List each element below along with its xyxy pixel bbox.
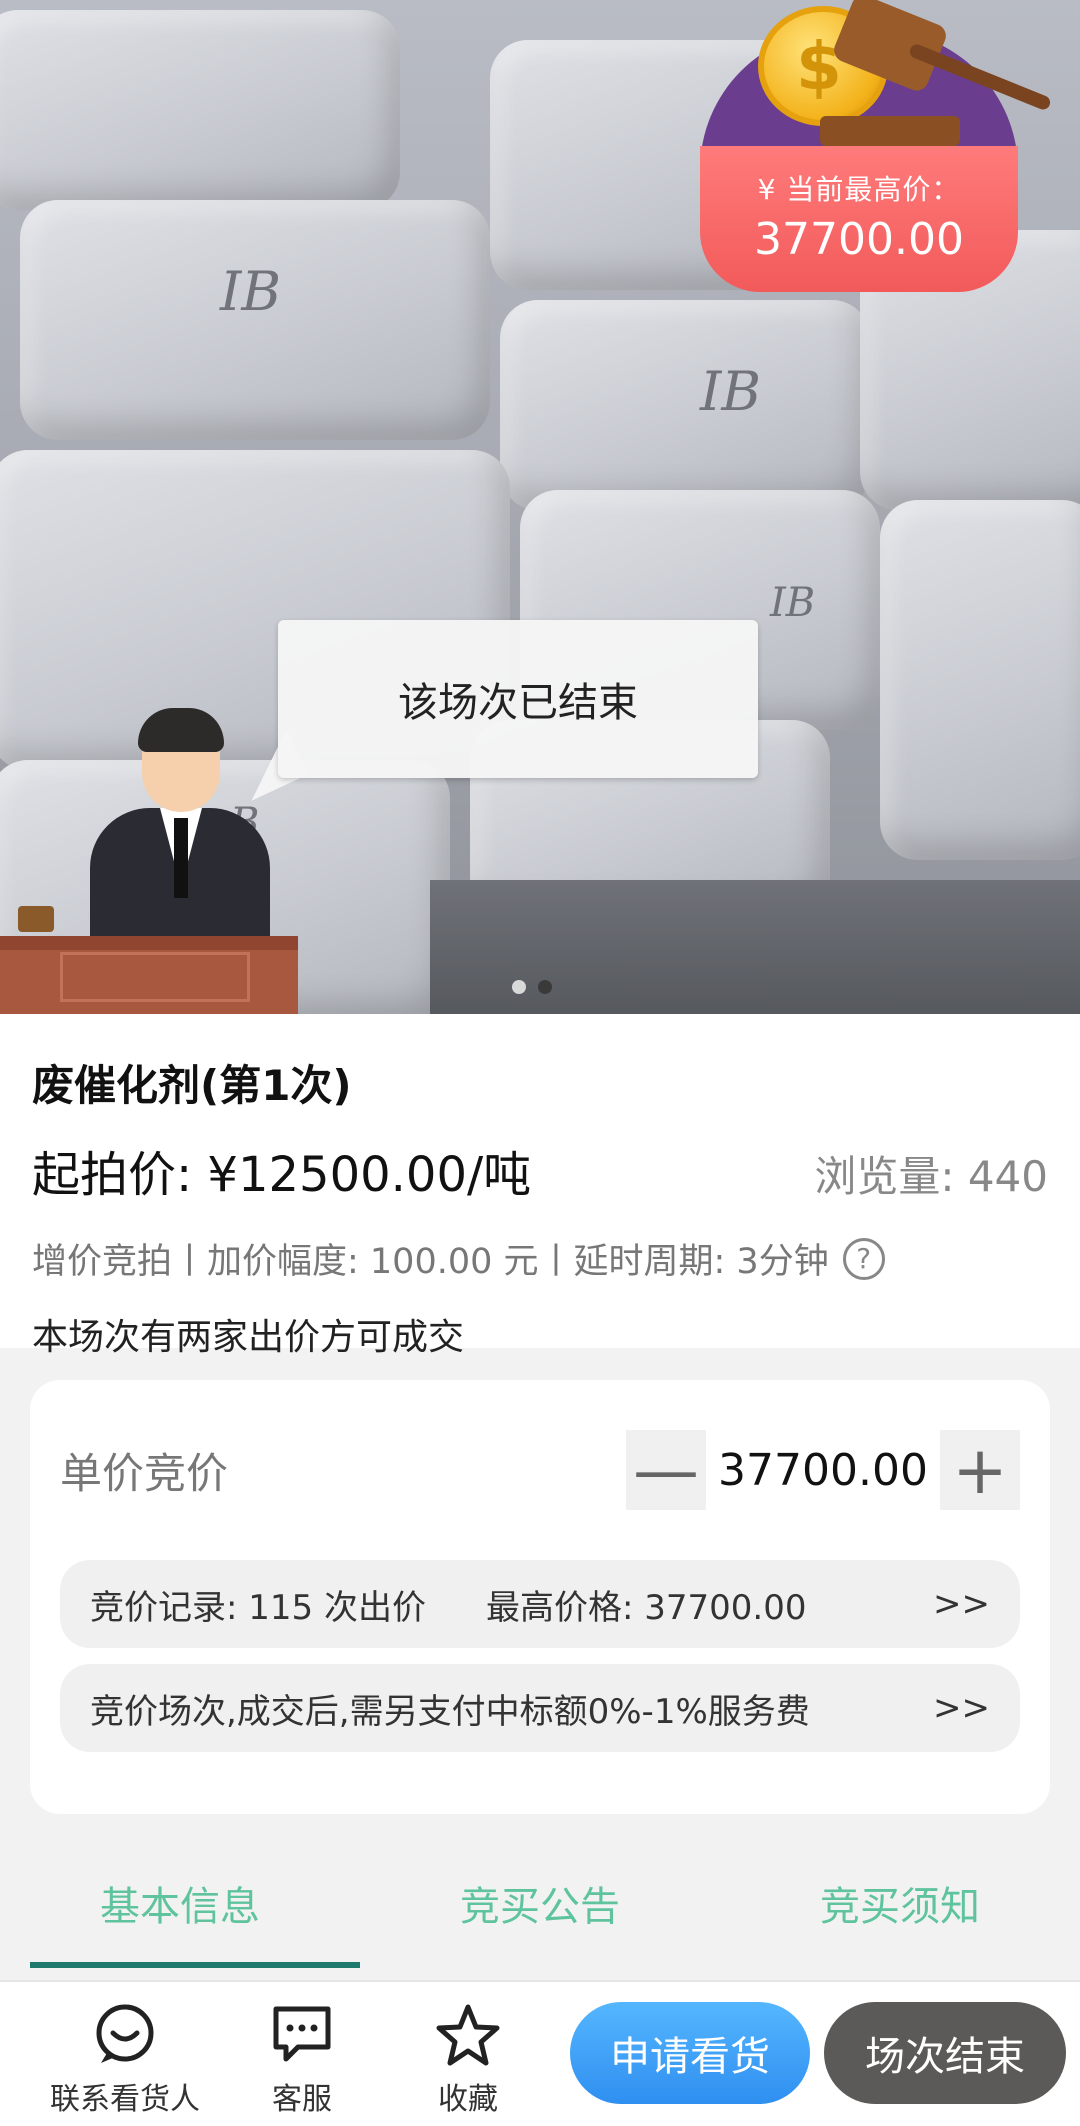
bag-image — [0, 10, 400, 210]
star-icon — [436, 2000, 500, 2070]
unit-price-bid-row: 单价竞价 — 37700.00 + — [60, 1380, 1020, 1560]
deal-condition-note: 本场次有两家出价方可成交 — [32, 1317, 465, 1358]
auction-rules: 增价竞拍丨加价幅度: 100.00 元丨延时周期: 3分钟 ? — [32, 1233, 1048, 1284]
bid-stepper: — 37700.00 + — [626, 1430, 1020, 1510]
current-highest-price-badge: $ ¥ 当前最高价： 37700.00 — [690, 0, 1053, 292]
chat-icon — [270, 2000, 334, 2070]
unit-price-bid-label: 单价竞价 — [60, 1448, 229, 1498]
favorite-button[interactable]: 收藏 — [436, 2000, 500, 2118]
gavel-icon — [18, 906, 54, 932]
current-price-label: ¥ 当前最高价： — [757, 173, 961, 206]
bottom-action-bar: 联系看货人 客服 收藏 申请看货 场次结束 — [0, 1980, 1080, 2126]
bag-label: IB — [700, 360, 762, 423]
session-ended-button[interactable]: 场次结束 — [824, 2002, 1066, 2104]
dollar-icon: $ — [796, 28, 842, 105]
carousel-dot-active[interactable] — [538, 980, 552, 994]
bid-card: 单价竞价 — 37700.00 + 竞价记录: 115 次出价 最高价格: 37… — [30, 1380, 1050, 1814]
badge-body: ¥ 当前最高价： 37700.00 — [700, 146, 1018, 292]
tab-basic-info[interactable]: 基本信息 — [0, 1848, 360, 1968]
chevron-right-icon: >> — [933, 1584, 990, 1624]
tab-bidding-announcement[interactable]: 竞买公告 — [360, 1848, 720, 1968]
tab-bidding-notice[interactable]: 竞买须知 — [720, 1848, 1080, 1968]
bid-record-row[interactable]: 竞价记录: 115 次出价 最高价格: 37700.00 >> — [60, 1560, 1020, 1648]
current-price-value: 37700.00 — [754, 214, 964, 265]
chevron-right-icon: >> — [933, 1688, 990, 1728]
contact-viewer-button[interactable]: 联系看货人 — [50, 2000, 200, 2118]
podium-panel — [60, 952, 250, 1002]
detail-tabs: 基本信息 竞买公告 竞买须知 — [0, 1848, 1080, 1968]
auctioneer-tie — [174, 818, 188, 898]
bag-image: IB — [20, 200, 490, 440]
session-ended-bubble: 该场次已结束 — [278, 620, 758, 778]
bid-amount-field[interactable]: 37700.00 — [706, 1445, 940, 1496]
auction-rules-text: 增价竞拍丨加价幅度: 100.00 元丨延时周期: 3分钟 — [32, 1242, 829, 1282]
product-image-carousel[interactable]: IB IB IB B $ ¥ 当前最高价： 37700.00 该场次已结束 — [0, 0, 1080, 1014]
favorite-label: 收藏 — [438, 2082, 498, 2117]
contact-viewer-label: 联系看货人 — [50, 2082, 200, 2117]
apply-viewing-button[interactable]: 申请看货 — [570, 2002, 810, 2104]
product-info: 废催化剂(第1次) 起拍价: ¥12500.00/吨 浏览量: 440 增价竞拍… — [0, 1014, 1080, 1358]
bag-label: IB — [220, 260, 282, 323]
max-price-text: 最高价格: 37700.00 — [485, 1587, 807, 1628]
bag-label: IB — [770, 580, 816, 626]
gavel-block — [820, 116, 960, 146]
bid-record-count: 竞价记录: 115 次出价 — [90, 1587, 426, 1628]
bag-image — [880, 500, 1080, 860]
view-count: 浏览量: 440 — [814, 1152, 1048, 1201]
carousel-dots — [512, 980, 552, 994]
start-price: 起拍价: ¥12500.00/吨 — [32, 1147, 532, 1203]
auctioneer-hair — [138, 708, 224, 752]
increase-bid-button[interactable]: + — [940, 1430, 1020, 1510]
service-fee-row[interactable]: 竞价场次,成交后,需另支付中标额0%-1%服务费 >> — [60, 1664, 1020, 1752]
service-fee-text: 竞价场次,成交后,需另支付中标额0%-1%服务费 — [90, 1691, 810, 1732]
help-icon[interactable]: ? — [842, 1237, 885, 1280]
customer-service-button[interactable]: 客服 — [270, 2000, 334, 2118]
product-title: 废催化剂(第1次) — [32, 1061, 352, 1110]
contact-icon — [93, 2000, 157, 2070]
auctioneer-illustration — [0, 700, 300, 1014]
bag-image: IB — [500, 300, 870, 510]
carousel-dot[interactable] — [512, 980, 526, 994]
decrease-bid-button[interactable]: — — [626, 1430, 707, 1510]
customer-service-label: 客服 — [272, 2082, 332, 2117]
